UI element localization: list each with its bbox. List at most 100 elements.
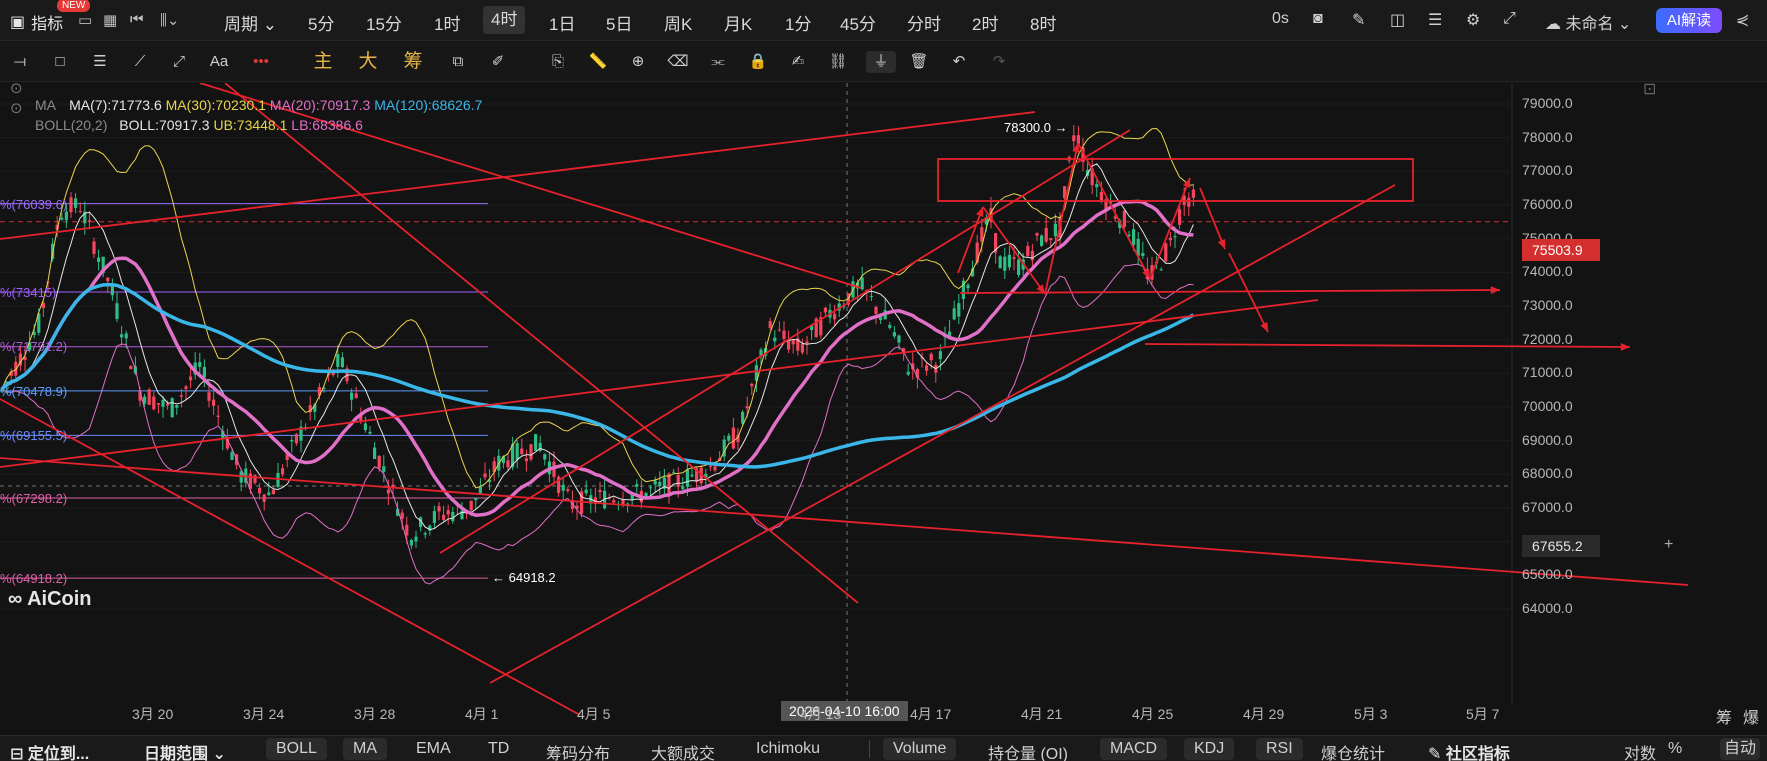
indicator-menu[interactable]: ▣ 指标 [10,10,63,34]
period-45m[interactable]: 45分 [840,10,876,35]
community-indicators-button[interactable]: ✎ 社区指标 [1428,740,1510,761]
period-1m[interactable]: 1分 [785,10,811,35]
candle-body [92,241,96,254]
corner-expand-icon[interactable]: ⊡ [1643,79,1656,99]
alert-icon[interactable]: ◫ [1390,10,1405,30]
lock-icon[interactable]: 🔒 [747,51,769,73]
period-month[interactable]: 月K [724,10,752,35]
trend-line [439,129,1131,554]
trendline-icon[interactable]: ⟋ [129,51,151,73]
candle-body [1187,197,1191,207]
time-axis-label: 4月 29 [1243,706,1285,722]
trash-icon[interactable]: 🗑 [908,51,930,73]
crosshair-add-icon[interactable]: + [1664,536,1673,554]
eraser-icon[interactable]: ⌫ [667,51,689,73]
edit-icon[interactable]: ✍ [787,51,809,73]
copy-icon[interactable]: ⎘ [547,51,569,73]
rectangle-icon[interactable]: □ [49,51,71,73]
candle-body [1099,191,1103,201]
period-15m[interactable]: 15分 [366,10,402,35]
indicator-rsi[interactable]: RSI [1256,738,1303,760]
locate-icon: ⊟ [10,746,24,761]
candle-body [1003,256,1007,271]
liquidation-toggle[interactable]: 爆 [1743,704,1759,728]
ma120-value: MA(120):68626.7 [374,97,483,113]
countdown[interactable]: 0s [1272,10,1289,28]
period-week[interactable]: 周K [664,10,692,35]
settings-icon[interactable]: ⚙ [1466,10,1480,30]
camera-icon[interactable]: ◙ [1313,10,1323,28]
filter-icon[interactable]: ⏚ [866,51,896,73]
price-chart[interactable] [0,83,1767,723]
period-menu[interactable]: 周期 ⌄ [224,10,277,35]
pattern-icon[interactable]: ⧉ [447,51,469,73]
ray-icon[interactable]: ⤢ [168,51,190,73]
layout-name-menu[interactable]: ☁ 未命名 ⌄ [1545,10,1631,34]
indicator-boll[interactable]: BOLL [266,738,327,760]
period-4h[interactable]: 4时 [483,6,526,34]
indicator-ma[interactable]: MA [343,738,387,760]
parallel-lines-icon[interactable]: ☰ [89,51,111,73]
indicator-chip-distribution[interactable]: 筹码分布 [546,740,610,761]
period-timeshare[interactable]: 分时 [907,10,941,35]
candle-body [598,489,602,493]
collapse-icon[interactable]: ⊙ [10,99,23,117]
indicator-ema[interactable]: EMA [416,740,451,758]
price-axis-label: 64000.0 [1522,600,1573,616]
ruler-icon[interactable]: 📏 [587,51,609,73]
period-1d[interactable]: 1日 [549,10,575,35]
candle-body [529,444,533,460]
fullscreen-icon[interactable]: ⤢ [1503,10,1516,28]
candle-body [506,460,510,468]
candle-body [262,494,266,502]
candle-body [966,284,970,289]
chip-toggle[interactable]: 筹 [1716,704,1732,728]
indicator-volume[interactable]: Volume [883,738,957,760]
list-icon[interactable]: ☰ [1428,10,1442,30]
big-order-button[interactable]: 大 [357,51,379,73]
ub-value: UB:73448.1 [213,117,288,133]
ai-interpret-button[interactable]: AI解读 [1656,8,1722,33]
undo-icon[interactable]: ↶ [948,51,970,73]
candle-body [161,400,165,407]
indicator-ichimoku[interactable]: Ichimoku [756,740,820,758]
magnet-icon[interactable]: ⫘ [707,51,729,73]
indicator-liquidation[interactable]: 爆仓统计 [1321,740,1385,761]
log-scale-toggle[interactable]: 对数 [1624,740,1656,761]
chart-area[interactable]: ⊙ ⊙ MA MA(7):71773.6 MA(30):70230.1 MA(2… [0,80,1767,723]
period-8h[interactable]: 8时 [1030,10,1056,35]
layout-icon[interactable]: ▭ [78,11,92,29]
expand-icon[interactable]: ⊙ [10,79,23,97]
period-5m[interactable]: 5分 [308,10,334,35]
indicator-macd[interactable]: MACD [1100,738,1168,760]
horizontal-line-icon[interactable]: ⟞ [9,51,31,73]
main-force-button[interactable]: 主 [312,51,334,73]
text-tool[interactable]: Aa [208,51,230,73]
fib-level-label: %(71791.2) [0,339,68,354]
indicator-td[interactable]: TD [488,740,509,758]
period-1h[interactable]: 1时 [434,10,460,35]
candle-body [566,489,570,491]
date-range-button[interactable]: 日期范围 ⌄ [144,740,226,761]
redo-icon[interactable]: ↷ [988,51,1010,73]
candle-body [350,392,354,400]
grid-icon[interactable]: ▦ [103,11,117,29]
period-2h[interactable]: 2时 [972,10,998,35]
indicator-large-trades[interactable]: 大额成交 [651,740,715,761]
chip-button[interactable]: 筹 [402,51,424,73]
replay-icon[interactable]: ⏮ [130,11,144,28]
candle-body [957,303,961,317]
indicator-oi[interactable]: 持仓量 (OI) [988,740,1068,761]
share-icon[interactable]: ⋞ [1736,10,1749,30]
auto-scale-toggle[interactable]: 自动 [1720,738,1761,760]
candle-type-icon[interactable]: ⫼⌄ [160,11,179,29]
more-icon[interactable]: ••• [250,51,272,73]
link-icon[interactable]: ⛓ [827,51,849,73]
locate-button[interactable]: ⊟ 定位到... [10,740,89,761]
zoom-icon[interactable]: ⊕ [627,51,649,73]
brush-icon[interactable]: ✐ [487,51,509,73]
period-5d[interactable]: 5日 [606,10,632,35]
indicator-kdj[interactable]: KDJ [1184,738,1235,760]
percent-scale-toggle[interactable]: % [1668,740,1682,758]
pen-icon[interactable]: ✎ [1352,10,1365,30]
